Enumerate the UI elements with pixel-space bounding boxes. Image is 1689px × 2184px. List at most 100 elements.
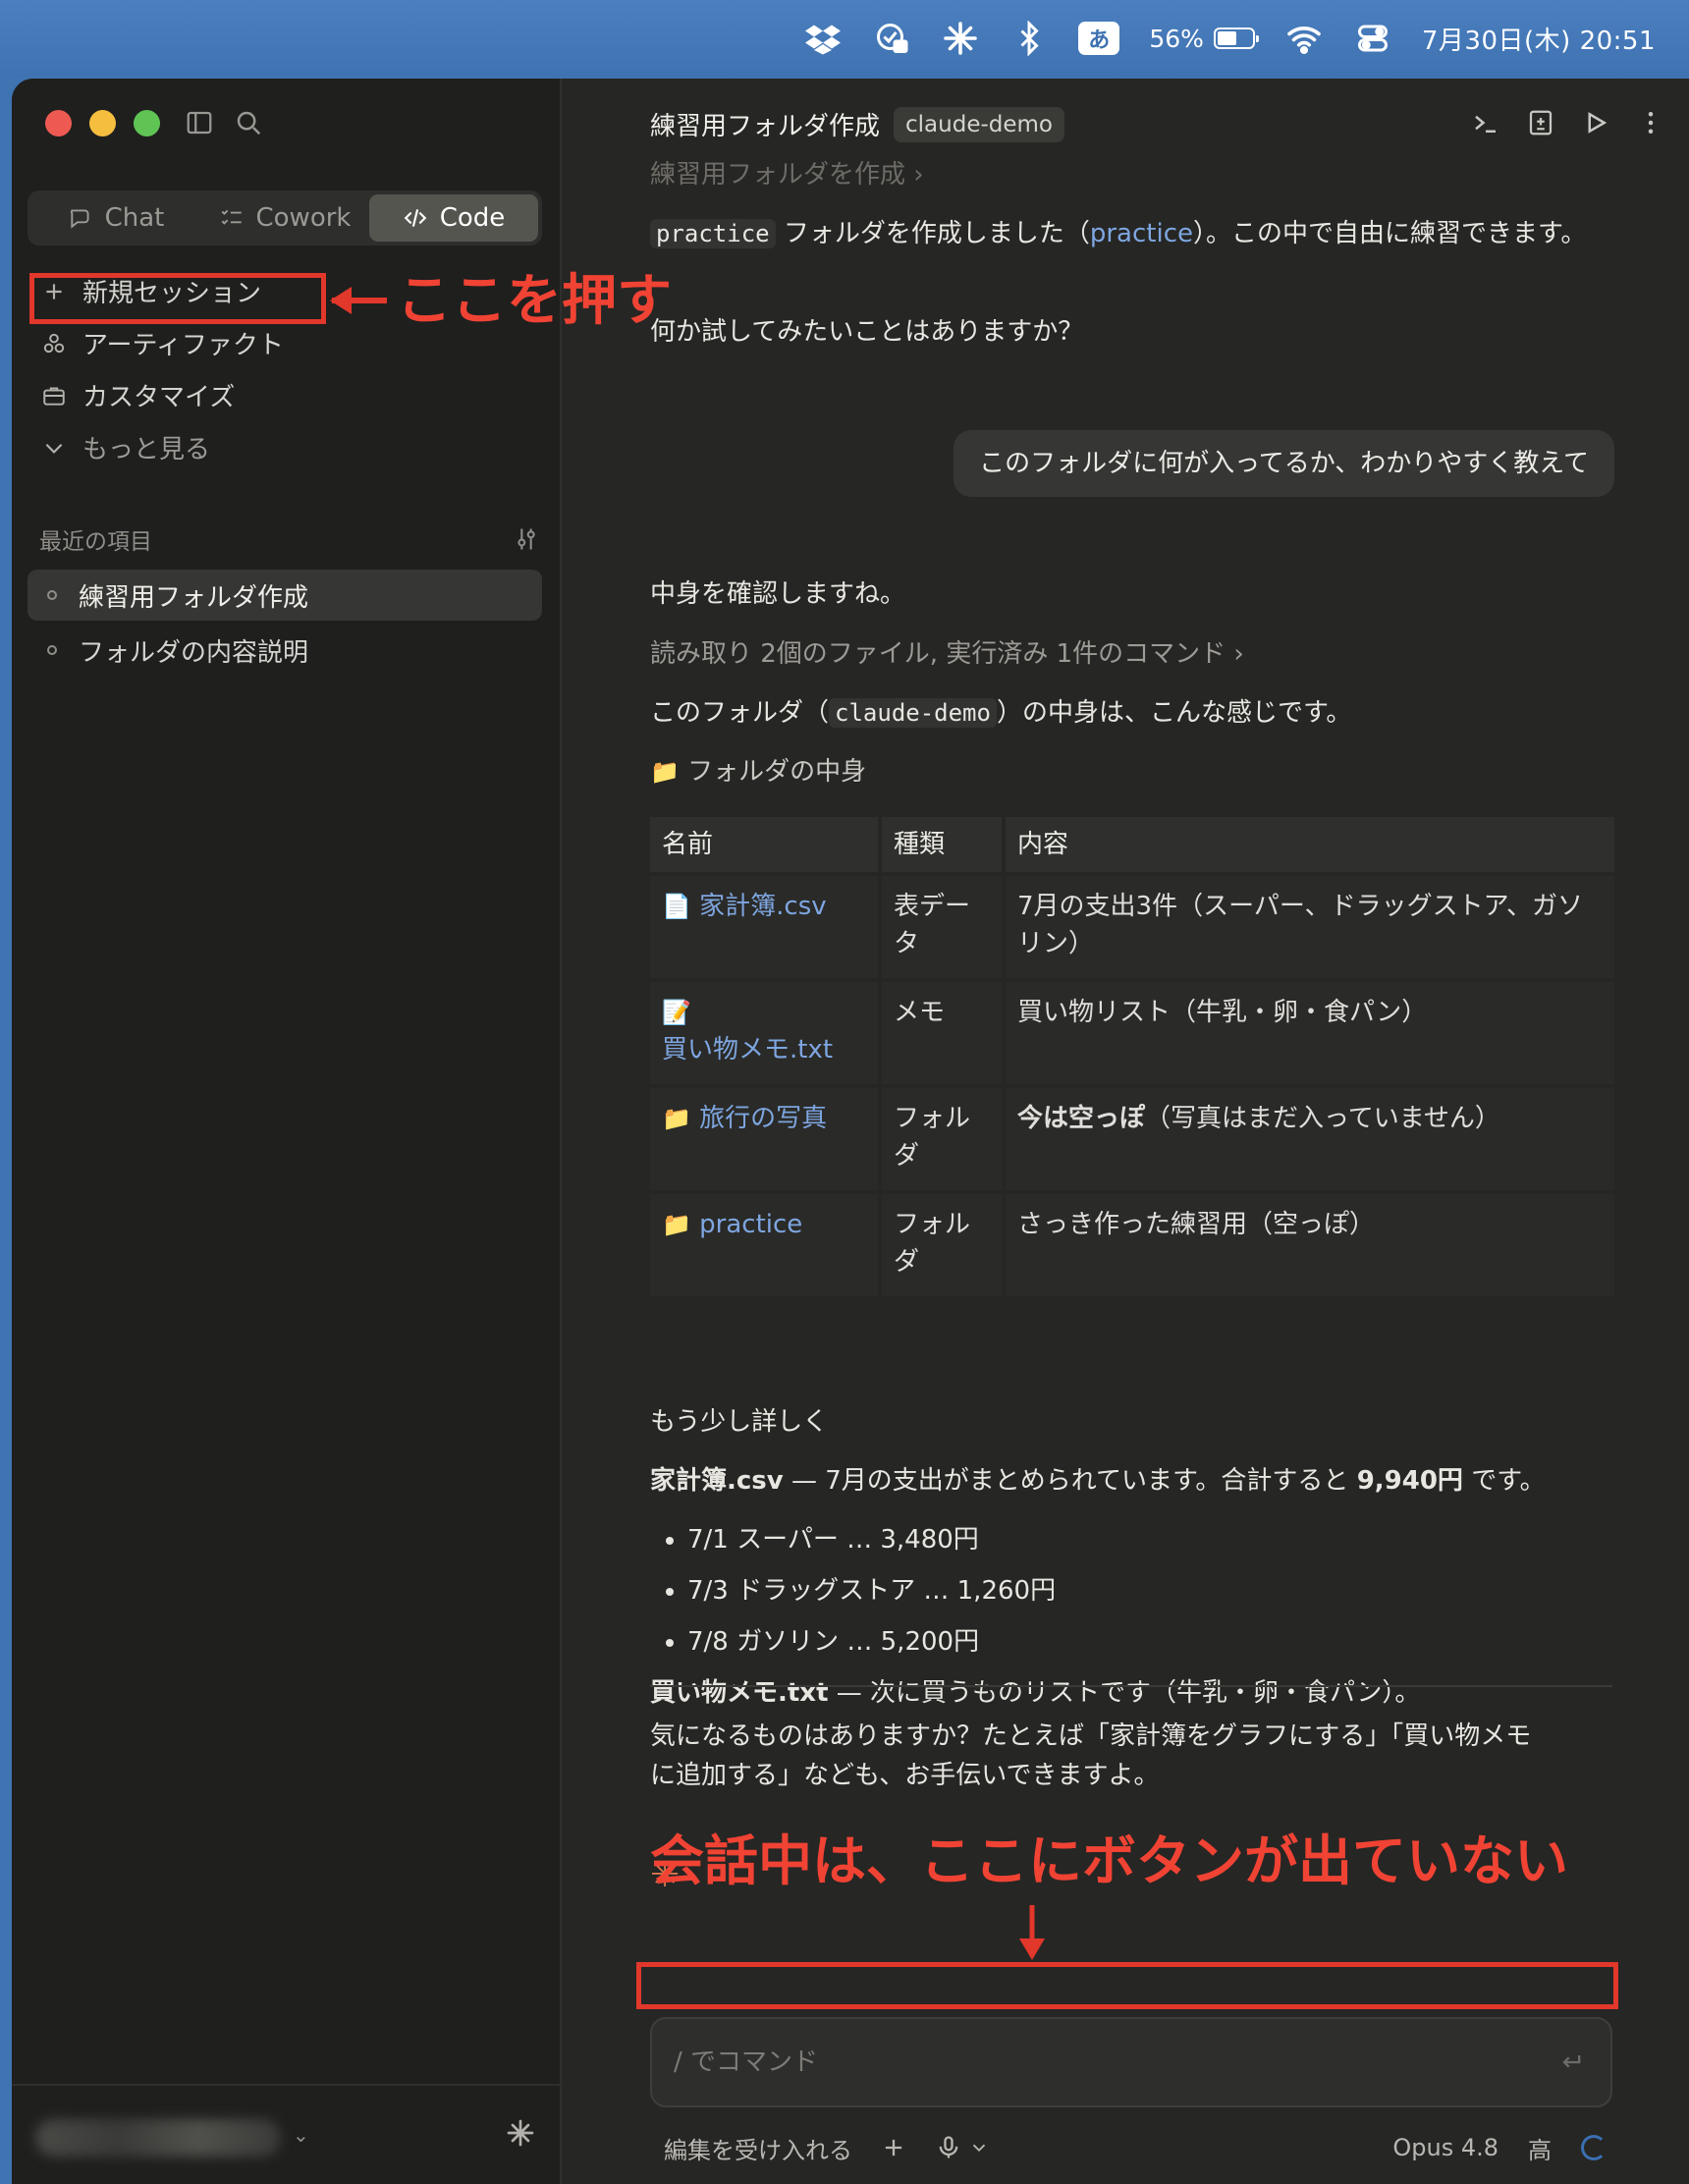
filter-sliders-icon[interactable]	[513, 525, 540, 553]
play-icon[interactable]	[1581, 108, 1610, 137]
annotation-arrow-left-icon	[330, 287, 387, 314]
chat-bubble-icon	[70, 209, 89, 229]
show-more-nav-item[interactable]: もっと見る	[27, 421, 542, 473]
file-name-cell: 📄 家計簿.csv	[650, 876, 878, 978]
memo-detail: 買い物メモ.txt — 次に買うものリストです（牛乳・卵・食パン）。	[650, 1673, 1420, 1713]
annotation-box-new-session	[29, 273, 326, 324]
terminal-icon[interactable]	[1471, 108, 1500, 137]
voice-input-button[interactable]	[935, 2134, 990, 2161]
file-type-cell: フォルダ	[882, 1088, 1002, 1190]
search-icon[interactable]	[234, 108, 263, 137]
list-item: 7/3 ドラッグストア … 1,260円	[687, 1565, 1056, 1616]
column-header: 名前	[650, 817, 878, 872]
folder-icon: 📁	[650, 758, 680, 786]
file-content-cell: 買い物リスト（牛乳・卵・食パン）	[1006, 982, 1614, 1084]
file-icon: 📄	[662, 893, 691, 920]
user-message-bubble: このフォルダに何が入ってるか、わかりやすく教えて	[953, 430, 1614, 497]
folder-link[interactable]: practice	[1090, 219, 1193, 248]
effort-selector[interactable]: 高	[1528, 2131, 1552, 2165]
claude-spark-icon[interactable]	[941, 19, 980, 58]
memo-icon: 📝	[662, 999, 691, 1026]
table-row: 📄 家計簿.csv 表データ 7月の支出3件（スーパー、ドラッグストア、ガソリン…	[650, 876, 1614, 978]
list-item: 7/1 スーパー … 3,480円	[687, 1514, 1056, 1565]
mode-switcher: Chat Cowork Code	[27, 191, 542, 246]
wifi-icon[interactable]	[1284, 19, 1324, 58]
nav-label: もっと見る	[82, 435, 211, 464]
sidebar: Chat Cowork Code 新規セッション アーティファクト カスタマイズ…	[12, 79, 562, 2184]
zoom-window-button[interactable]	[134, 110, 160, 136]
battery-status[interactable]: 56%	[1149, 25, 1259, 53]
composer-toolbar-right: Opus 4.8 高	[1392, 2131, 1607, 2165]
detail-heading: もう少し詳しく	[650, 1407, 829, 1437]
location-lock-icon[interactable]	[872, 19, 911, 58]
plus-icon[interactable]	[880, 2134, 907, 2161]
bluetooth-icon[interactable]	[1009, 19, 1049, 58]
assistant-intro: 中身を確認しますね。	[650, 579, 906, 609]
account-name-blurred[interactable]	[35, 2119, 281, 2157]
folder-link[interactable]: 旅行の写真	[699, 1104, 827, 1133]
column-header: 内容	[1006, 817, 1614, 872]
column-header: 種類	[882, 817, 1002, 872]
recent-list: 練習用フォルダ作成 フォルダの内容説明	[27, 570, 542, 680]
nav-label: カスタマイズ	[82, 383, 236, 412]
menu-bar: あ 56% 7月30日(木) 20:51	[0, 0, 1689, 77]
mode-tab-cowork[interactable]: Cowork	[200, 194, 369, 242]
minimize-window-button[interactable]	[89, 110, 116, 136]
diff-panel-icon[interactable]	[1526, 108, 1555, 137]
annotation-text-press-here: ここを押す	[397, 269, 672, 333]
more-vertical-icon[interactable]	[1636, 108, 1665, 137]
file-link[interactable]: 買い物メモ.txt	[662, 1035, 833, 1065]
message-text: フォルダを作成しました（	[775, 219, 1090, 248]
previous-step-summary[interactable]: 練習用フォルダを作成 ›	[650, 155, 924, 194]
settings-spark-icon[interactable]	[505, 2117, 536, 2149]
annotation-arrow-down-icon	[1019, 1905, 1045, 1960]
mode-tab-label: Chat	[104, 203, 165, 233]
folder-icon: 📁	[662, 1105, 691, 1132]
control-center-icon[interactable]	[1353, 19, 1392, 58]
recent-item[interactable]: フォルダの内容説明	[27, 625, 542, 676]
battery-icon	[1213, 27, 1259, 49]
dropbox-icon[interactable]	[803, 19, 843, 58]
session-header: 練習用フォルダ作成 claude-demo	[650, 106, 1064, 142]
file-link[interactable]: 家計簿.csv	[699, 892, 827, 921]
sidebar-toggle-icon[interactable]	[185, 108, 214, 137]
content-text: （写真はまだ入っていません）	[1145, 1104, 1500, 1133]
microphone-icon	[939, 2136, 958, 2158]
project-chip[interactable]: claude-demo	[894, 106, 1064, 142]
input-method-icon[interactable]: あ	[1078, 22, 1120, 55]
expense-list: 7/1 スーパー … 3,480円 7/3 ドラッグストア … 1,260円 7…	[650, 1514, 1056, 1667]
bold-text: 家計簿.csv	[650, 1466, 784, 1496]
nav-label: アーティファクト	[82, 331, 284, 360]
file-type-cell: 表データ	[882, 876, 1002, 978]
section-title: フォルダの中身	[687, 757, 867, 787]
annotation-text-no-button: 会話中は、ここにボタンが出ていない	[650, 1829, 1569, 1892]
enter-icon[interactable]	[1557, 2048, 1585, 2076]
close-window-button[interactable]	[45, 110, 72, 136]
annotation-box-missing-button	[636, 1962, 1618, 2009]
command-input[interactable]	[672, 2047, 1540, 2078]
model-selector[interactable]: Opus 4.8	[1392, 2134, 1498, 2161]
file-type-cell: メモ	[882, 982, 1002, 1084]
file-name-cell: 📁 practice	[650, 1194, 878, 1296]
recent-item-label: フォルダの内容説明	[79, 637, 309, 668]
folder-link[interactable]: practice	[699, 1210, 802, 1239]
mode-tab-chat[interactable]: Chat	[31, 194, 200, 242]
accept-edits-toggle[interactable]: 編集を受け入れる	[664, 2131, 852, 2165]
message-composer	[650, 2017, 1612, 2107]
recent-item[interactable]: 練習用フォルダ作成	[27, 570, 542, 621]
tool-usage-summary[interactable]: 読み取り 2個のファイル, 実行済み 1件のコマンド ›	[650, 634, 1244, 674]
file-content-cell: 今は空っぽ（写真はまだ入っていません）	[1006, 1088, 1614, 1190]
menu-bar-clock[interactable]: 7月30日(木) 20:51	[1422, 21, 1656, 57]
window-controls	[45, 110, 160, 136]
inline-code: practice	[650, 219, 776, 248]
mode-tab-code[interactable]: Code	[369, 194, 538, 242]
chevron-down-icon[interactable]: ⌄	[293, 2123, 309, 2147]
composer-toolbar: 編集を受け入れる Opus 4.8 高	[664, 2123, 1607, 2172]
folder-icon: 📁	[662, 1211, 691, 1238]
table-row: 📁 practice フォルダ さっき作った練習用（空っぽ）	[650, 1194, 1614, 1296]
status-dot	[47, 645, 57, 655]
chevron-down-icon	[972, 2144, 986, 2153]
session-title[interactable]: 練習用フォルダ作成	[650, 106, 880, 142]
chevron-down-icon	[45, 443, 63, 454]
customize-nav-item[interactable]: カスタマイズ	[27, 369, 542, 421]
